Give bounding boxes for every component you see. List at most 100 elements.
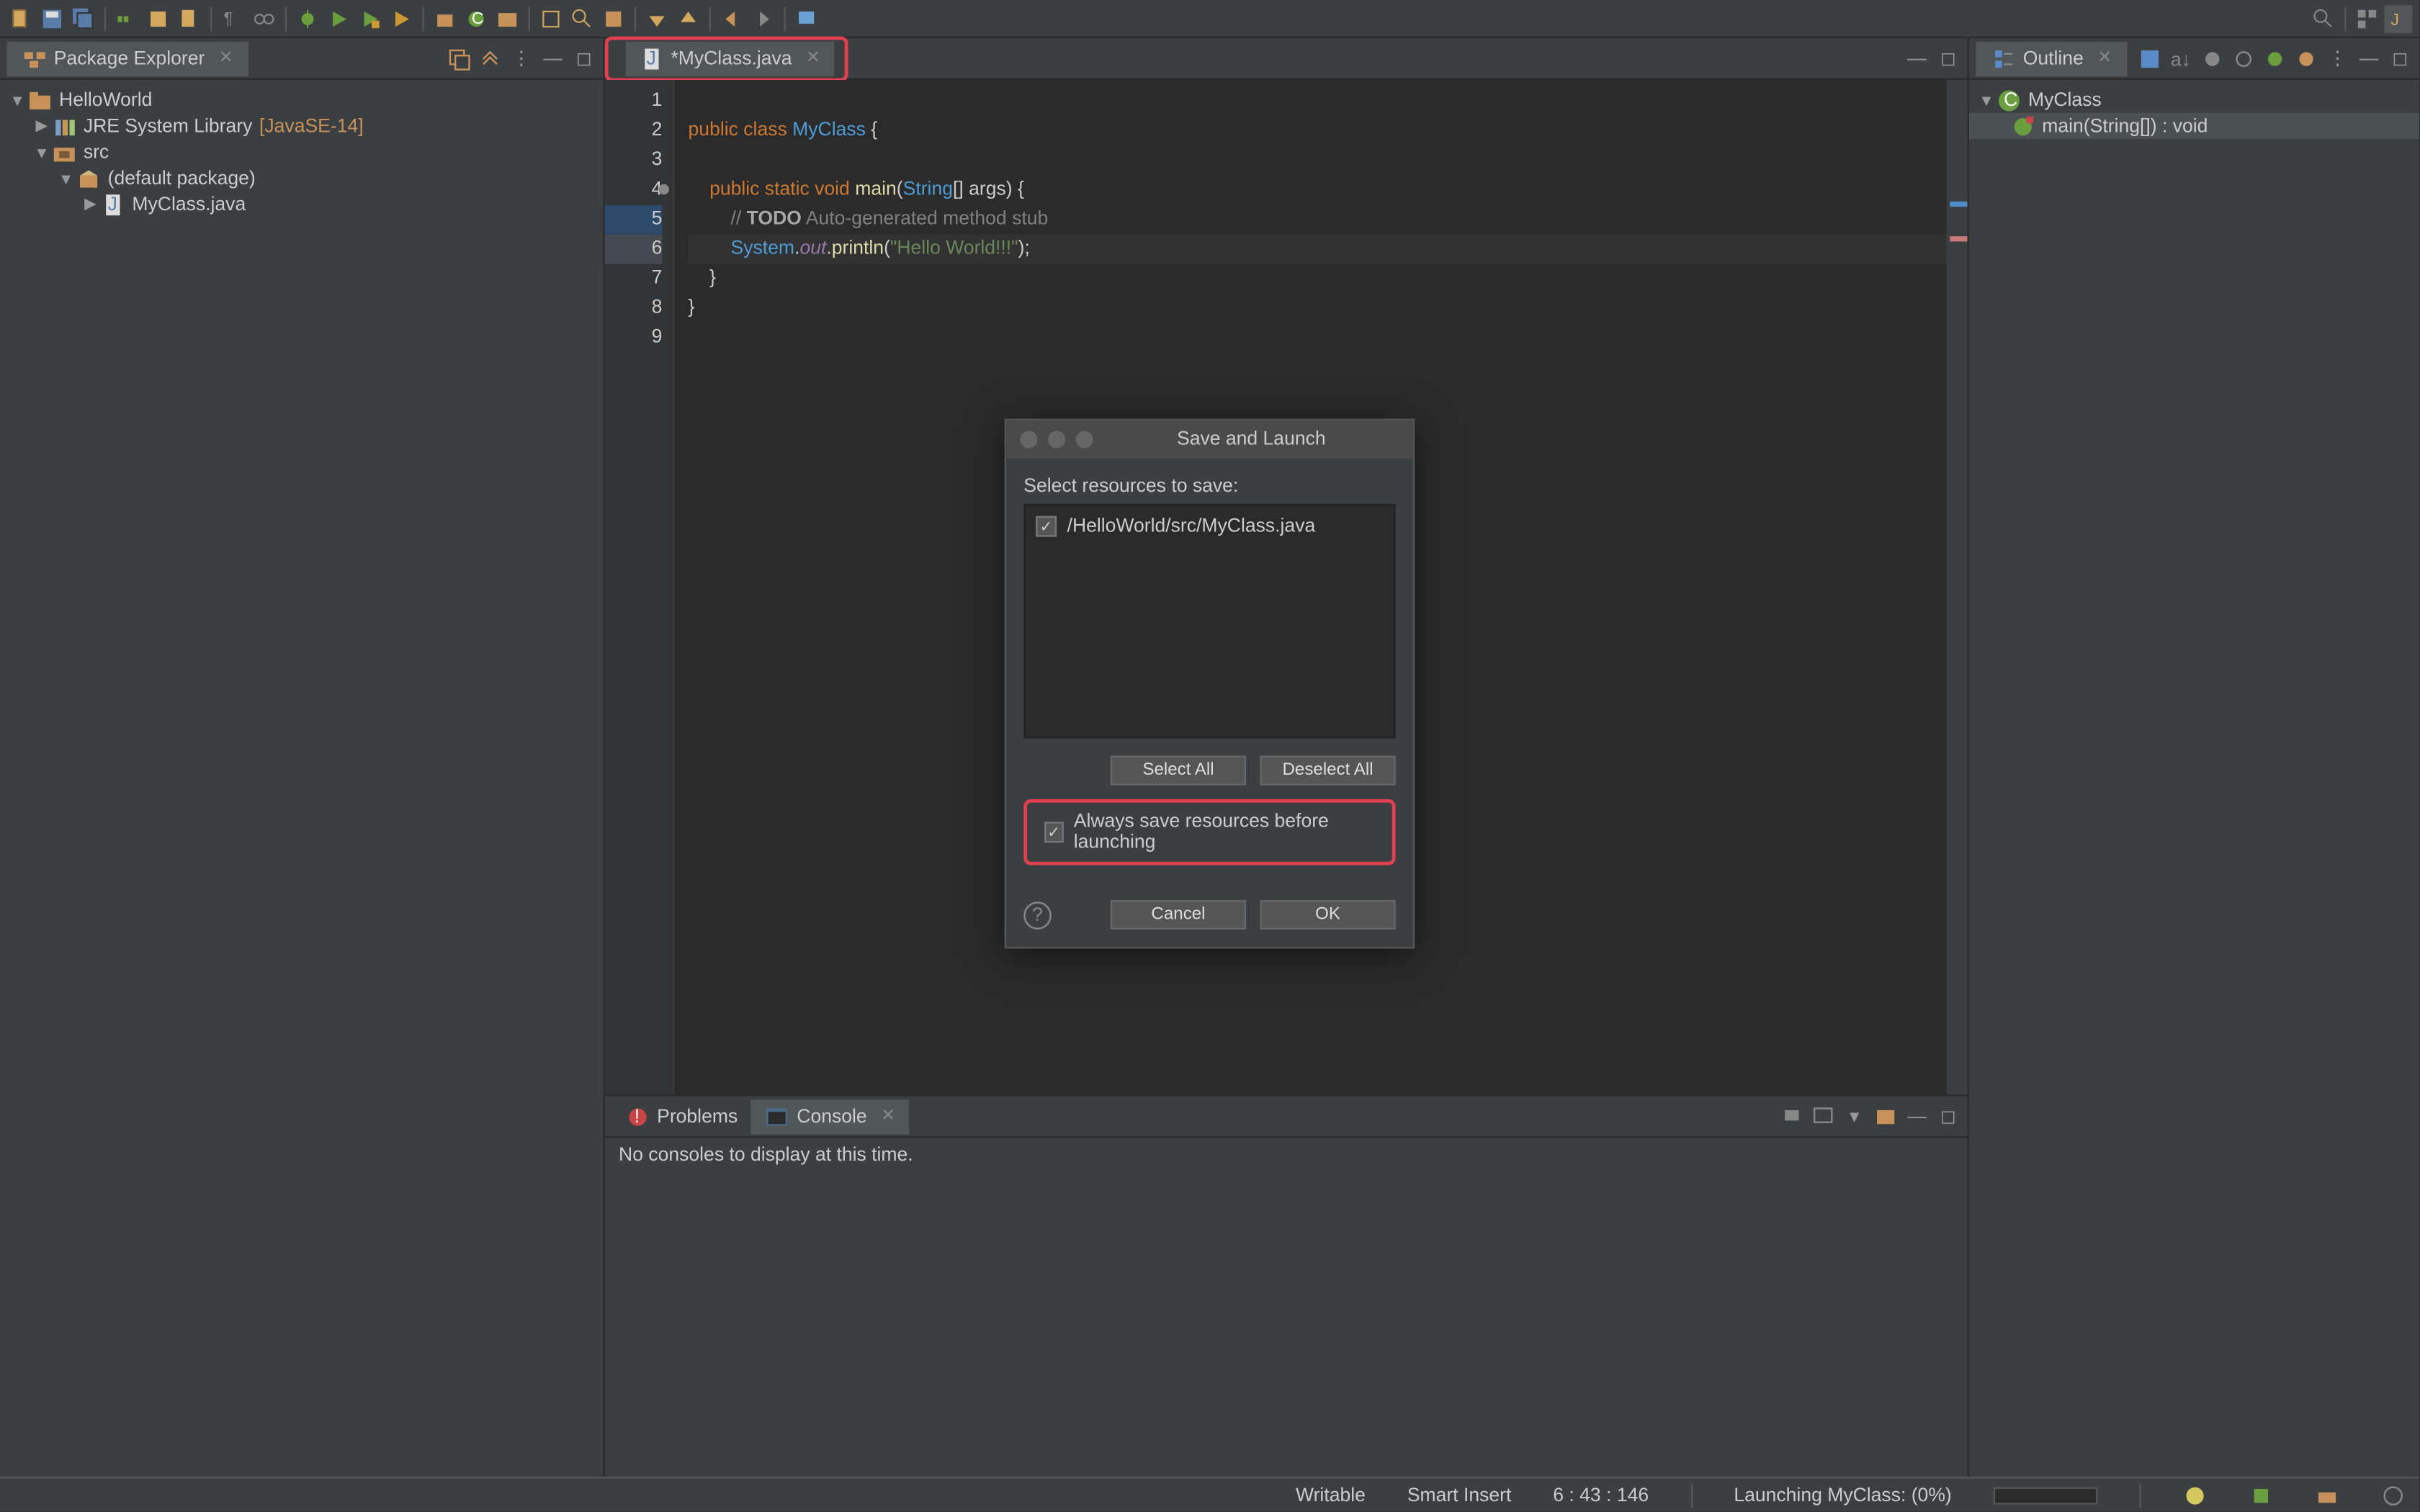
problems-tab[interactable]: ! Problems	[611, 1099, 751, 1133]
outline-tree: ▼ C MyClass main(String[]) : void	[1969, 80, 2419, 1477]
focus-icon[interactable]	[2138, 46, 2162, 71]
toggle-breadcrumb-icon[interactable]	[113, 4, 141, 32]
expand-icon[interactable]: ▼	[7, 89, 28, 110]
prev-annotation-icon[interactable]	[674, 4, 702, 32]
view-menu-icon[interactable]: ⋮	[509, 46, 534, 71]
link-icon[interactable]	[250, 4, 278, 32]
tree-project[interactable]: ▼ HelloWorld	[0, 87, 603, 113]
outline-class[interactable]: ▼ C MyClass	[1969, 87, 2419, 113]
search-icon[interactable]	[568, 4, 596, 32]
line-number: 2	[605, 117, 663, 146]
line-number: 9	[605, 323, 663, 353]
close-icon[interactable]: ✕	[2097, 49, 2112, 68]
package-icon	[76, 166, 101, 190]
hide-nonpublic-icon[interactable]	[2263, 46, 2287, 71]
save-icon[interactable]	[38, 4, 66, 32]
expand-icon[interactable]: ▼	[55, 168, 76, 189]
always-save-checkbox[interactable]: ✓ Always save resources before launching	[1038, 804, 1382, 860]
collapse-all-icon[interactable]	[447, 46, 471, 71]
java-perspective-icon[interactable]: J	[2385, 4, 2413, 32]
help-icon[interactable]: ?	[1023, 901, 1052, 929]
deselect-all-button[interactable]: Deselect All	[1260, 756, 1395, 786]
expand-icon[interactable]: ▶	[31, 115, 52, 136]
outline-tab[interactable]: Outline ✕	[1976, 41, 2128, 76]
status-tip-icon[interactable]	[2183, 1482, 2208, 1507]
run-icon[interactable]	[325, 4, 353, 32]
select-all-button[interactable]: Select All	[1111, 756, 1246, 786]
pin-console-icon[interactable]	[1780, 1104, 1804, 1128]
editor-tab[interactable]: J *MyClass.java ✕	[626, 41, 835, 76]
traffic-light-max[interactable]	[1076, 431, 1093, 448]
next-annotation-icon[interactable]	[643, 4, 671, 32]
status-updates-icon[interactable]	[2249, 1482, 2273, 1507]
build-icon[interactable]	[144, 4, 172, 32]
class-icon: C	[1997, 88, 2022, 112]
cancel-button[interactable]: Cancel	[1111, 900, 1246, 930]
console-tab[interactable]: Console ✕	[752, 1099, 910, 1133]
svg-text:J: J	[2390, 9, 2399, 28]
expand-icon[interactable]: ▼	[31, 142, 52, 163]
traffic-light-min[interactable]	[1048, 431, 1065, 448]
maximize-icon[interactable]: ◻	[1936, 1104, 1960, 1128]
quick-access-icon[interactable]	[2310, 4, 2338, 32]
close-icon[interactable]: ✕	[219, 49, 233, 68]
dialog-title: Save and Launch	[1103, 429, 1399, 450]
package-explorer-panel: Package Explorer ✕ ⋮ — ◻ ▼ HelloWorld	[0, 38, 605, 1477]
new-icon[interactable]	[7, 4, 35, 32]
open-perspective-icon[interactable]	[2353, 4, 2381, 32]
resource-item[interactable]: ✓ /HelloWorld/src/MyClass.java	[1032, 513, 1386, 541]
expand-icon[interactable]: ▶	[80, 194, 101, 215]
forward-icon[interactable]	[749, 4, 777, 32]
view-menu-icon[interactable]: ⋮	[2326, 46, 2350, 71]
minimize-icon[interactable]: —	[2357, 46, 2381, 71]
ok-button[interactable]: OK	[1260, 900, 1395, 930]
tree-label: MyClass.java	[132, 194, 246, 215]
open-type-icon[interactable]	[537, 4, 565, 32]
outline-method[interactable]: main(String[]) : void	[1969, 113, 2419, 139]
expand-icon[interactable]: ▼	[1976, 89, 1997, 110]
debug-icon[interactable]	[294, 4, 322, 32]
tree-file[interactable]: ▶ J MyClass.java	[0, 191, 603, 217]
new-package-icon[interactable]	[431, 4, 459, 32]
tree-src[interactable]: ▼ src	[0, 139, 603, 165]
sort-icon[interactable]: a↓	[2169, 46, 2193, 71]
overview-ruler[interactable]	[1947, 80, 1968, 1094]
svg-text:J: J	[108, 192, 117, 214]
new-java-icon[interactable]	[176, 4, 204, 32]
checkbox-icon[interactable]: ✓	[1044, 822, 1063, 842]
dialog-titlebar[interactable]: Save and Launch	[1006, 420, 1413, 459]
tree-jre[interactable]: ▶ JRE System Library [JavaSE-14]	[0, 113, 603, 139]
status-samples-icon[interactable]	[2381, 1482, 2406, 1507]
package-explorer-tab[interactable]: Package Explorer ✕	[7, 41, 249, 76]
maximize-icon[interactable]: ◻	[572, 46, 596, 71]
annotation-icon[interactable]	[599, 4, 627, 32]
save-all-icon[interactable]	[70, 4, 98, 32]
close-icon[interactable]: ✕	[806, 49, 820, 68]
checkbox-icon[interactable]: ✓	[1036, 516, 1057, 537]
pin-icon[interactable]	[792, 4, 820, 32]
close-icon[interactable]: ✕	[881, 1107, 895, 1126]
tree-package[interactable]: ▼ (default package)	[0, 165, 603, 191]
open-console-icon[interactable]	[1873, 1104, 1898, 1128]
link-editor-icon[interactable]	[478, 46, 503, 71]
new-folder-icon[interactable]	[493, 4, 521, 32]
minimize-icon[interactable]: —	[540, 46, 565, 71]
status-overview-icon[interactable]	[2315, 1482, 2339, 1507]
hide-static-icon[interactable]	[2231, 46, 2256, 71]
view-menu-icon[interactable]: ▾	[1842, 1104, 1867, 1128]
display-console-icon[interactable]	[1811, 1104, 1835, 1128]
show-whitespace-icon[interactable]: ¶	[219, 4, 247, 32]
coverage-icon[interactable]	[357, 4, 385, 32]
hide-local-icon[interactable]	[2294, 46, 2318, 71]
traffic-light-close[interactable]	[1020, 431, 1037, 448]
java-file-icon: J	[101, 192, 125, 217]
maximize-icon[interactable]: ◻	[1936, 46, 1960, 71]
minimize-icon[interactable]: —	[1905, 1104, 1930, 1128]
minimize-icon[interactable]: —	[1905, 46, 1930, 71]
back-icon[interactable]	[718, 4, 746, 32]
hide-fields-icon[interactable]	[2200, 46, 2225, 71]
line-gutter: 1 2 3 4 5 6 7 8 9	[605, 80, 675, 1094]
new-class-icon[interactable]: C	[462, 4, 490, 32]
run-last-icon[interactable]	[387, 4, 416, 32]
maximize-icon[interactable]: ◻	[2388, 46, 2412, 71]
